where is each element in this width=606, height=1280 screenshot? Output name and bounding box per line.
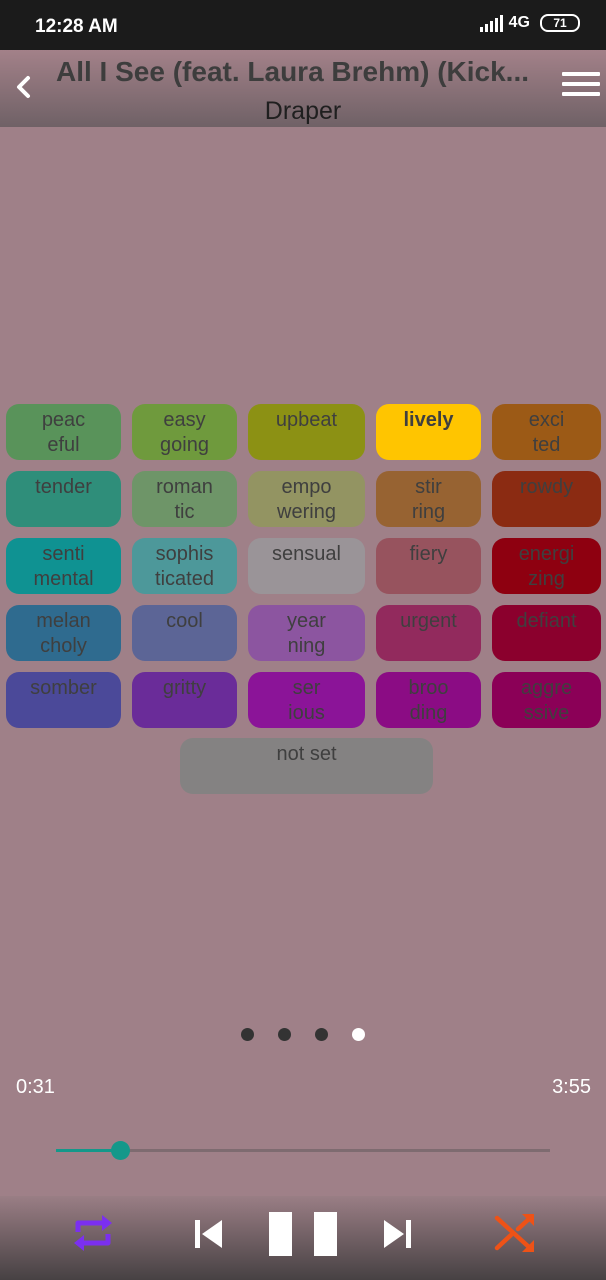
elapsed-time: 0:31 [16, 1076, 55, 1098]
mood-tile-yearning[interactable]: year ning [248, 605, 365, 661]
shuffle-icon[interactable] [492, 1210, 538, 1256]
mood-tile-energizing[interactable]: energi zing [492, 538, 601, 594]
mood-tile-gritty[interactable]: gritty [132, 672, 237, 728]
mood-label: broo ding [408, 677, 449, 724]
mood-tile-rowdy[interactable]: rowdy [492, 471, 601, 527]
mood-tile-somber[interactable]: somber [6, 672, 121, 728]
mood-label: defiant [516, 610, 577, 632]
mood-label: urgent [400, 610, 457, 632]
mood-label: year ning [287, 610, 326, 657]
mood-tile-sentimental[interactable]: senti mental [6, 538, 121, 594]
mood-tile-lively[interactable]: lively [376, 404, 481, 460]
page-dot[interactable] [352, 1028, 365, 1041]
mood-tile-not-set[interactable]: not set [180, 738, 433, 794]
mood-tile-melancholy[interactable]: melan choly [6, 605, 121, 661]
mood-tile-romantic[interactable]: roman tic [132, 471, 237, 527]
page-dot[interactable] [241, 1028, 254, 1041]
mood-tile-tender[interactable]: tender [6, 471, 121, 527]
page-indicator [0, 1028, 606, 1042]
repeat-icon[interactable] [70, 1210, 116, 1256]
mood-label: stir ring [411, 476, 446, 523]
page-dot[interactable] [315, 1028, 328, 1041]
mood-tile-defiant[interactable]: defiant [492, 605, 601, 661]
mood-label: aggre ssive [520, 677, 573, 724]
mood-tile-fiery[interactable]: fiery [376, 538, 481, 594]
mood-tile-upbeat[interactable]: upbeat [248, 404, 365, 460]
mood-tile-peaceful[interactable]: peac eful [6, 404, 121, 460]
mood-label: sensual [272, 543, 341, 565]
mood-label: exci ted [528, 409, 565, 456]
mood-label: not set [276, 743, 337, 765]
page-dot[interactable] [278, 1028, 291, 1041]
total-duration: 3:55 [552, 1076, 591, 1098]
mood-label: rowdy [519, 476, 574, 498]
mood-label: roman tic [156, 476, 213, 523]
mood-label: easy going [160, 409, 209, 456]
mood-label: tender [35, 476, 92, 498]
mood-label: somber [30, 677, 97, 699]
mood-label: ser ious [288, 677, 325, 724]
mood-label: gritty [162, 677, 207, 699]
seek-bar[interactable] [56, 1149, 550, 1152]
mood-tile-empowering[interactable]: empo wering [248, 471, 365, 527]
mood-tile-easygoing[interactable]: easy going [132, 404, 237, 460]
previous-track-icon[interactable] [192, 1218, 224, 1250]
mood-label: empo wering [277, 476, 336, 523]
mood-label: energi zing [518, 543, 575, 590]
player-controls [0, 1196, 606, 1280]
mood-label: sophis ticated [155, 543, 214, 590]
mood-label: senti mental [33, 543, 94, 590]
mood-tile-urgent[interactable]: urgent [376, 605, 481, 661]
mood-tile-sophisticated[interactable]: sophis ticated [132, 538, 237, 594]
mood-label: fiery [409, 543, 448, 565]
mood-tile-stirring[interactable]: stir ring [376, 471, 481, 527]
pause-icon[interactable] [266, 1210, 340, 1256]
mood-label: upbeat [275, 409, 338, 431]
mood-tile-serious[interactable]: ser ious [248, 672, 365, 728]
mood-tile-sensual[interactable]: sensual [248, 538, 365, 594]
mood-label: lively [403, 409, 454, 431]
mood-tile-aggressive[interactable]: aggre ssive [492, 672, 601, 728]
mood-label: peac eful [41, 409, 86, 456]
next-track-icon[interactable] [382, 1218, 414, 1250]
mood-label: cool [166, 610, 203, 632]
seek-handle[interactable] [110, 1141, 130, 1160]
mood-tile-brooding[interactable]: broo ding [376, 672, 481, 728]
mood-label: melan choly [36, 610, 91, 657]
mood-tile-cool[interactable]: cool [132, 605, 237, 661]
mood-grid: peac eful easy going upbeat lively exci ted t… [0, 0, 606, 1280]
mood-tile-excited[interactable]: exci ted [492, 404, 601, 460]
